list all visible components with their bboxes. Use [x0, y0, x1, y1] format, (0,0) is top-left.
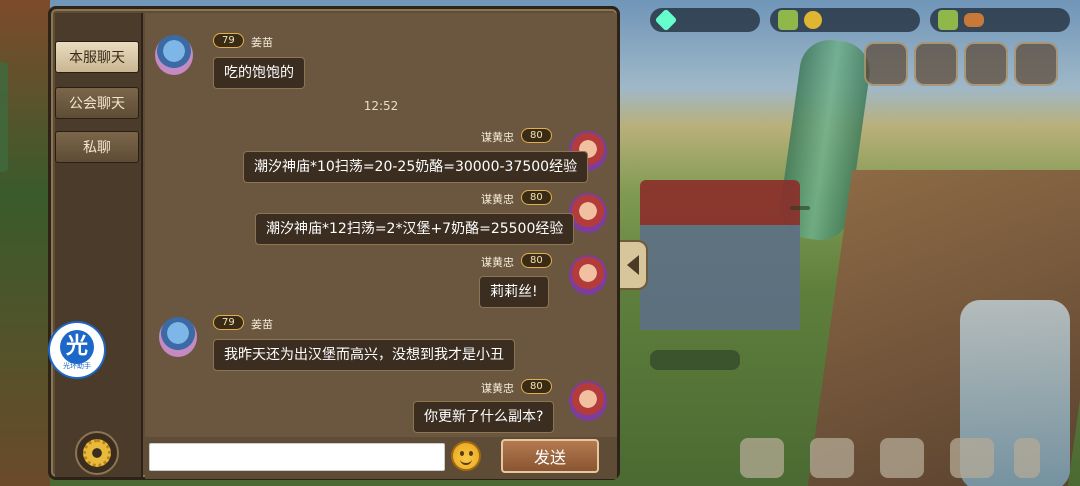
- avatar[interactable]: [569, 381, 607, 421]
- plus-icon[interactable]: [938, 10, 958, 30]
- send-button[interactable]: 发送: [501, 439, 599, 473]
- level-badge: 80: [521, 190, 552, 205]
- level-badge: 80: [521, 128, 552, 143]
- stamina-counter: [930, 8, 1070, 32]
- map-location-label[interactable]: [790, 206, 810, 210]
- chat-panel: 本服聊天 公会聊天 私聊 79 姜苗 吃的饱饱的 12:52 80 谋黄忠 潮汐…: [48, 6, 620, 480]
- plus-icon[interactable]: [778, 10, 798, 30]
- message-bubble: 吃的饱饱的: [213, 57, 305, 89]
- sender-name[interactable]: 谋黄忠: [481, 254, 514, 270]
- message-bubble: 莉莉丝!: [479, 276, 549, 308]
- backpack-button[interactable]: [872, 414, 932, 480]
- chat-tab-list: 本服聊天 公会聊天 私聊: [55, 13, 143, 477]
- mail-icon[interactable]: [964, 42, 1008, 86]
- collapse-chat-button[interactable]: [618, 240, 648, 290]
- resource-bar: [620, 6, 1080, 34]
- hero-icon: [810, 438, 854, 478]
- background-castle: [640, 180, 800, 330]
- level-badge: 80: [521, 379, 552, 394]
- sender-name[interactable]: 谋黄忠: [481, 380, 514, 396]
- chat-input[interactable]: [149, 443, 445, 471]
- level-badge: 79: [213, 315, 244, 330]
- backpack-icon: [880, 438, 924, 478]
- emoji-icon[interactable]: [451, 441, 481, 471]
- guild-location-label[interactable]: [650, 350, 740, 370]
- avatar[interactable]: [569, 255, 607, 295]
- summon-button[interactable]: [942, 414, 1002, 480]
- message-bubble: 你更新了什么副本?: [413, 401, 555, 433]
- tab-server-chat[interactable]: 本服聊天: [55, 41, 139, 73]
- drumstick-icon: [964, 13, 984, 27]
- gem-icon: [654, 8, 678, 32]
- coin-icon: [804, 11, 822, 29]
- avatar[interactable]: [159, 317, 197, 357]
- avatar[interactable]: [569, 193, 607, 233]
- chat-input-bar: 发送: [145, 437, 617, 479]
- gold-counter: [770, 8, 920, 32]
- sender-name[interactable]: 姜苗: [251, 316, 273, 332]
- message-bubble: 潮汐神庙*12扫荡=2*汉堡+7奶酪=25500经验: [255, 213, 575, 245]
- chevron-left-icon: [627, 255, 639, 275]
- more-arrow-button[interactable]: [1012, 414, 1042, 480]
- bottom-menu: [732, 414, 1042, 480]
- gem-counter: [650, 8, 760, 32]
- quest-button[interactable]: [732, 414, 792, 480]
- top-menu-icons: [864, 42, 1058, 86]
- message-bubble: 我昨天还为出汉堡而高兴，没想到我才是小丑: [213, 339, 515, 371]
- level-badge: 80: [521, 253, 552, 268]
- assistant-float-button[interactable]: 光 光环助手: [50, 323, 104, 377]
- event-icon[interactable]: [864, 42, 908, 86]
- hero-button[interactable]: [802, 414, 862, 480]
- bag-icon[interactable]: [1014, 42, 1058, 86]
- sender-name[interactable]: 谋黄忠: [481, 129, 514, 145]
- summon-icon: [950, 438, 994, 478]
- assistant-logo-glyph: 光: [60, 329, 94, 364]
- tab-private-chat[interactable]: 私聊: [55, 131, 139, 163]
- timestamp: 12:52: [363, 99, 399, 113]
- side-pull-tab[interactable]: [0, 62, 8, 172]
- tab-guild-chat[interactable]: 公会聊天: [55, 87, 139, 119]
- assistant-label: 光环助手: [63, 361, 91, 370]
- gear-icon: [83, 439, 111, 467]
- level-badge: 79: [213, 33, 244, 48]
- chevron-right-icon: [1014, 438, 1040, 478]
- shop-icon[interactable]: [914, 42, 958, 86]
- quest-icon: [740, 438, 784, 478]
- sender-name[interactable]: 姜苗: [251, 34, 273, 50]
- sender-name[interactable]: 谋黄忠: [481, 191, 514, 207]
- message-bubble: 潮汐神庙*10扫荡=20-25奶酪=30000-37500经验: [243, 151, 589, 183]
- settings-button[interactable]: [75, 431, 119, 475]
- message-list[interactable]: 79 姜苗 吃的饱饱的 12:52 80 谋黄忠 潮汐神庙*10扫荡=20-25…: [145, 13, 617, 437]
- avatar[interactable]: [155, 35, 193, 75]
